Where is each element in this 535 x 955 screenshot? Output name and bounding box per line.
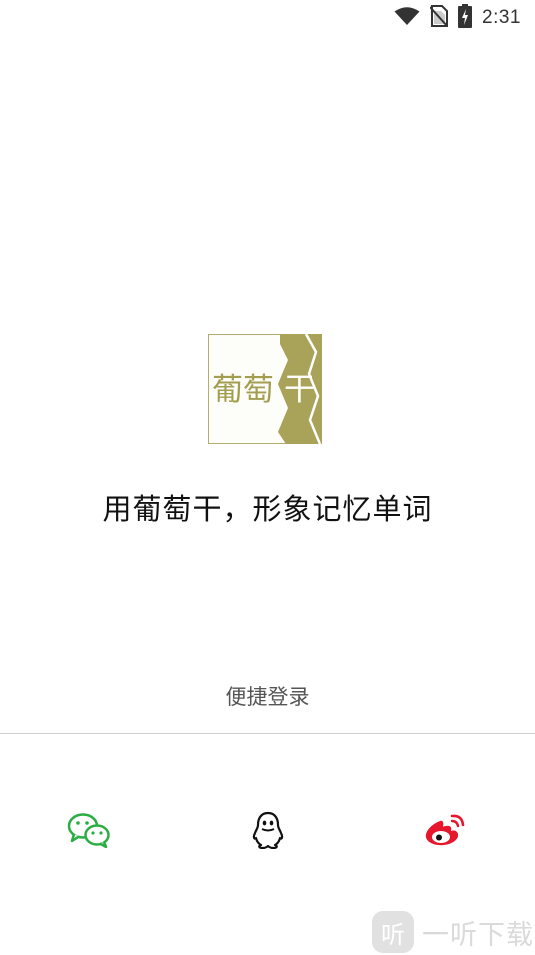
wifi-icon — [394, 6, 420, 30]
wechat-login-button[interactable] — [67, 810, 111, 854]
status-icons: 2:31 — [394, 4, 521, 32]
slogan: 用葡萄干，形象记忆单词 — [102, 492, 433, 526]
qq-penguin-icon — [251, 811, 285, 853]
logo-text-right: 干 — [284, 372, 315, 408]
qq-login-button[interactable] — [246, 810, 290, 854]
watermark-text: 一听下载 — [422, 919, 534, 951]
watermark-badge: 听 — [372, 911, 414, 953]
no-sim-icon — [429, 5, 449, 31]
watermark: 听 一听下载 — [372, 910, 534, 954]
status-time: 2:31 — [482, 7, 521, 28]
weibo-login-button[interactable] — [423, 810, 467, 854]
weibo-icon — [423, 812, 467, 852]
battery-charging-icon — [458, 4, 473, 32]
status-bar: 2:31 — [0, 0, 535, 36]
divider — [0, 733, 535, 734]
quick-login-label: 便捷登录 — [225, 685, 310, 709]
wechat-icon — [67, 812, 111, 852]
logo-text-left: 葡萄 — [212, 372, 274, 408]
app-logo: 葡萄 干 — [208, 333, 322, 445]
